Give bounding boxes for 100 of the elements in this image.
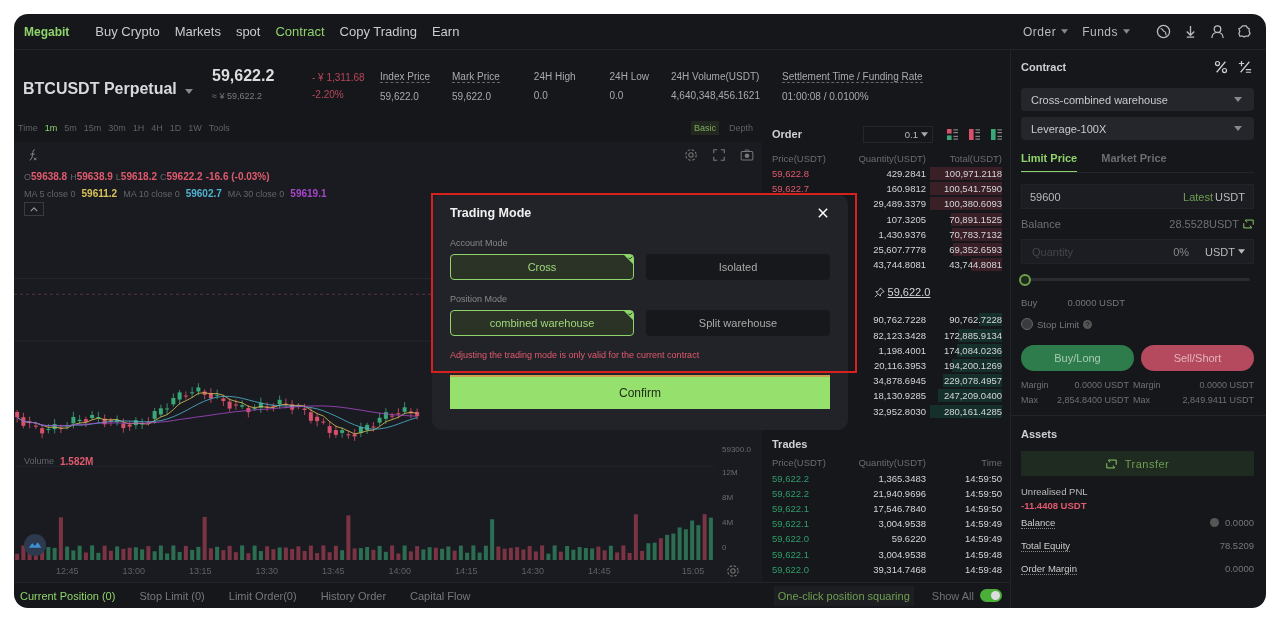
nav-link[interactable]: Contract bbox=[275, 24, 325, 39]
help-icon[interactable] bbox=[1083, 319, 1093, 329]
stat-value: 0.0 bbox=[609, 90, 625, 101]
mode-dropdown[interactable]: Cross-combined warehouse bbox=[1021, 88, 1254, 111]
time-cell-text: 14:59:50 bbox=[964, 503, 1002, 515]
slider-thumb[interactable] bbox=[1019, 273, 1031, 286]
step-dropdown[interactable]: 0.1 bbox=[863, 125, 933, 143]
price-value: 59600 bbox=[1030, 190, 1061, 203]
mode-option[interactable]: combined warehouse bbox=[450, 310, 634, 336]
ma-value: 59619.1 bbox=[290, 188, 327, 199]
axis-label: 59300.0 bbox=[722, 444, 751, 456]
user-icon[interactable] bbox=[1210, 24, 1225, 39]
panel-title: Contract bbox=[1021, 61, 1067, 73]
margin-label: Margin bbox=[1021, 379, 1050, 390]
stat-label: 24H Low bbox=[609, 71, 649, 82]
mode-option[interactable]: Isolated bbox=[646, 254, 830, 280]
position-tab[interactable]: History Order bbox=[320, 589, 387, 602]
position-squaring-button[interactable]: One-click position squaring bbox=[773, 585, 914, 606]
percent-icon[interactable] bbox=[1214, 60, 1228, 74]
ohlc-value: 59638.8 bbox=[31, 171, 68, 182]
stat-value: 59,622.0 bbox=[452, 90, 492, 102]
order-type-tab[interactable]: Limit Price bbox=[1021, 146, 1078, 172]
view-tab[interactable]: Basic bbox=[690, 121, 719, 135]
position-tab[interactable]: Current Position (0) bbox=[20, 589, 116, 602]
trade-price: 59,622.1 bbox=[772, 518, 810, 530]
total-cell: 280,161.4285 bbox=[930, 404, 1002, 418]
stat-value: 0.0 bbox=[533, 90, 549, 101]
quantity-cell-text: 82,123.3428 bbox=[872, 329, 926, 341]
nav-menu[interactable]: Order bbox=[1022, 24, 1069, 39]
margin-value: 2,854.8400 USDT bbox=[1055, 394, 1130, 405]
total-cell: 100,541.7590 bbox=[930, 182, 1002, 196]
last-price: 59,622.2 bbox=[212, 67, 276, 85]
transfer-icon bbox=[1105, 458, 1117, 469]
fullscreen-icon[interactable] bbox=[712, 148, 726, 162]
column-header: Price(USDT) bbox=[772, 152, 827, 164]
caret-icon bbox=[1123, 29, 1130, 34]
quantity-cell-text: 32,952.8030 bbox=[872, 405, 926, 417]
confirm-button[interactable]: Confirm bbox=[450, 375, 830, 409]
collapse-button[interactable] bbox=[24, 202, 44, 216]
ma-value: 59602.7 bbox=[185, 188, 222, 199]
quantity-cell-text: 17,546.7840 bbox=[872, 503, 926, 515]
axis-label: 0 bbox=[722, 542, 727, 554]
both-sides-layout-icon[interactable] bbox=[947, 128, 958, 140]
plus-minus-icon[interactable] bbox=[1238, 60, 1252, 74]
logo[interactable]: Megabit bbox=[24, 24, 70, 39]
stop-limit-checkbox[interactable] bbox=[1021, 318, 1033, 330]
mode-option[interactable]: Split warehouse bbox=[646, 310, 830, 336]
volume-label: Volume bbox=[24, 456, 55, 467]
quantity-cell-text: 43,744.8081 bbox=[872, 259, 926, 271]
margin-value: 0.0000 USDT bbox=[1073, 379, 1130, 390]
bids-layout-icon[interactable] bbox=[991, 128, 1002, 140]
asks-layout-icon[interactable] bbox=[969, 128, 980, 140]
show-all-toggle[interactable] bbox=[980, 589, 1002, 602]
assets-title: Assets bbox=[1021, 428, 1059, 440]
nav-menu[interactable]: Funds bbox=[1082, 24, 1130, 39]
close-icon[interactable] bbox=[818, 208, 828, 218]
position-tab[interactable]: Stop Limit (0) bbox=[139, 589, 205, 602]
caret-icon bbox=[184, 88, 193, 94]
mid-price[interactable]: 59,622.0 bbox=[887, 286, 931, 299]
cloud-logo-icon[interactable] bbox=[24, 534, 46, 556]
function-icon[interactable] bbox=[26, 148, 40, 162]
ohlc-value: 59622.2 bbox=[166, 171, 203, 182]
price-field[interactable]: 59600 Latest USDT bbox=[1021, 184, 1254, 209]
unit-dropdown[interactable]: USDT bbox=[1205, 245, 1245, 258]
axis-label: 4M bbox=[722, 517, 734, 529]
latest-link[interactable]: Latest bbox=[1183, 190, 1214, 203]
section-label: Position Mode bbox=[450, 294, 509, 304]
symbol-selector[interactable]: BTCUSDT Perpetual bbox=[23, 80, 212, 98]
time-label: 14:00 bbox=[387, 566, 413, 576]
time-label: 14:45 bbox=[587, 566, 612, 576]
total-cell: 100,380.6093 bbox=[930, 197, 1002, 211]
position-tab[interactable]: Limit Order(0) bbox=[228, 589, 297, 602]
transfer-button[interactable]: Transfer bbox=[1021, 451, 1254, 476]
asset-label: Order Margin bbox=[1021, 562, 1077, 575]
quantity-cell-text: 39,314.7468 bbox=[872, 563, 926, 575]
ask-price: 59,622.7 bbox=[772, 183, 809, 195]
buy-label: Buy bbox=[1021, 296, 1038, 308]
mode-option[interactable]: Cross bbox=[450, 254, 634, 280]
ma-label: MA 10 close 0 bbox=[123, 188, 180, 199]
nav-link[interactable]: Buy Crypto bbox=[95, 24, 160, 39]
interval-tab[interactable]: 1m bbox=[44, 123, 58, 133]
quantity-cell-text: 160.9812 bbox=[885, 183, 926, 195]
quantity-cell-text: 1,430.9376 bbox=[877, 228, 926, 240]
position-tab[interactable]: Capital Flow bbox=[410, 589, 471, 602]
check-corner-icon bbox=[624, 311, 633, 320]
column-header: Quantity(USDT) bbox=[857, 152, 926, 164]
check-corner-icon bbox=[624, 255, 633, 264]
transfer-icon[interactable] bbox=[1243, 219, 1254, 229]
camera-icon[interactable] bbox=[740, 148, 754, 162]
nav-link[interactable]: Copy Trading bbox=[339, 24, 417, 39]
asset-label: Balance bbox=[1021, 516, 1056, 529]
nav-link[interactable]: spot bbox=[235, 24, 261, 39]
stat-value: 01:00:08 / 0.0100% bbox=[782, 90, 870, 102]
section-label: Account Mode bbox=[450, 238, 509, 248]
ohlc-value: 59638.9 bbox=[76, 171, 113, 182]
ask-price: 59,622.8 bbox=[772, 168, 809, 180]
nav-link[interactable]: Markets bbox=[174, 24, 221, 39]
mode-dropdown[interactable]: Leverage-100X bbox=[1021, 117, 1254, 140]
nav-link[interactable]: Earn bbox=[431, 24, 460, 39]
trade-price: 59,622.0 bbox=[772, 563, 810, 575]
